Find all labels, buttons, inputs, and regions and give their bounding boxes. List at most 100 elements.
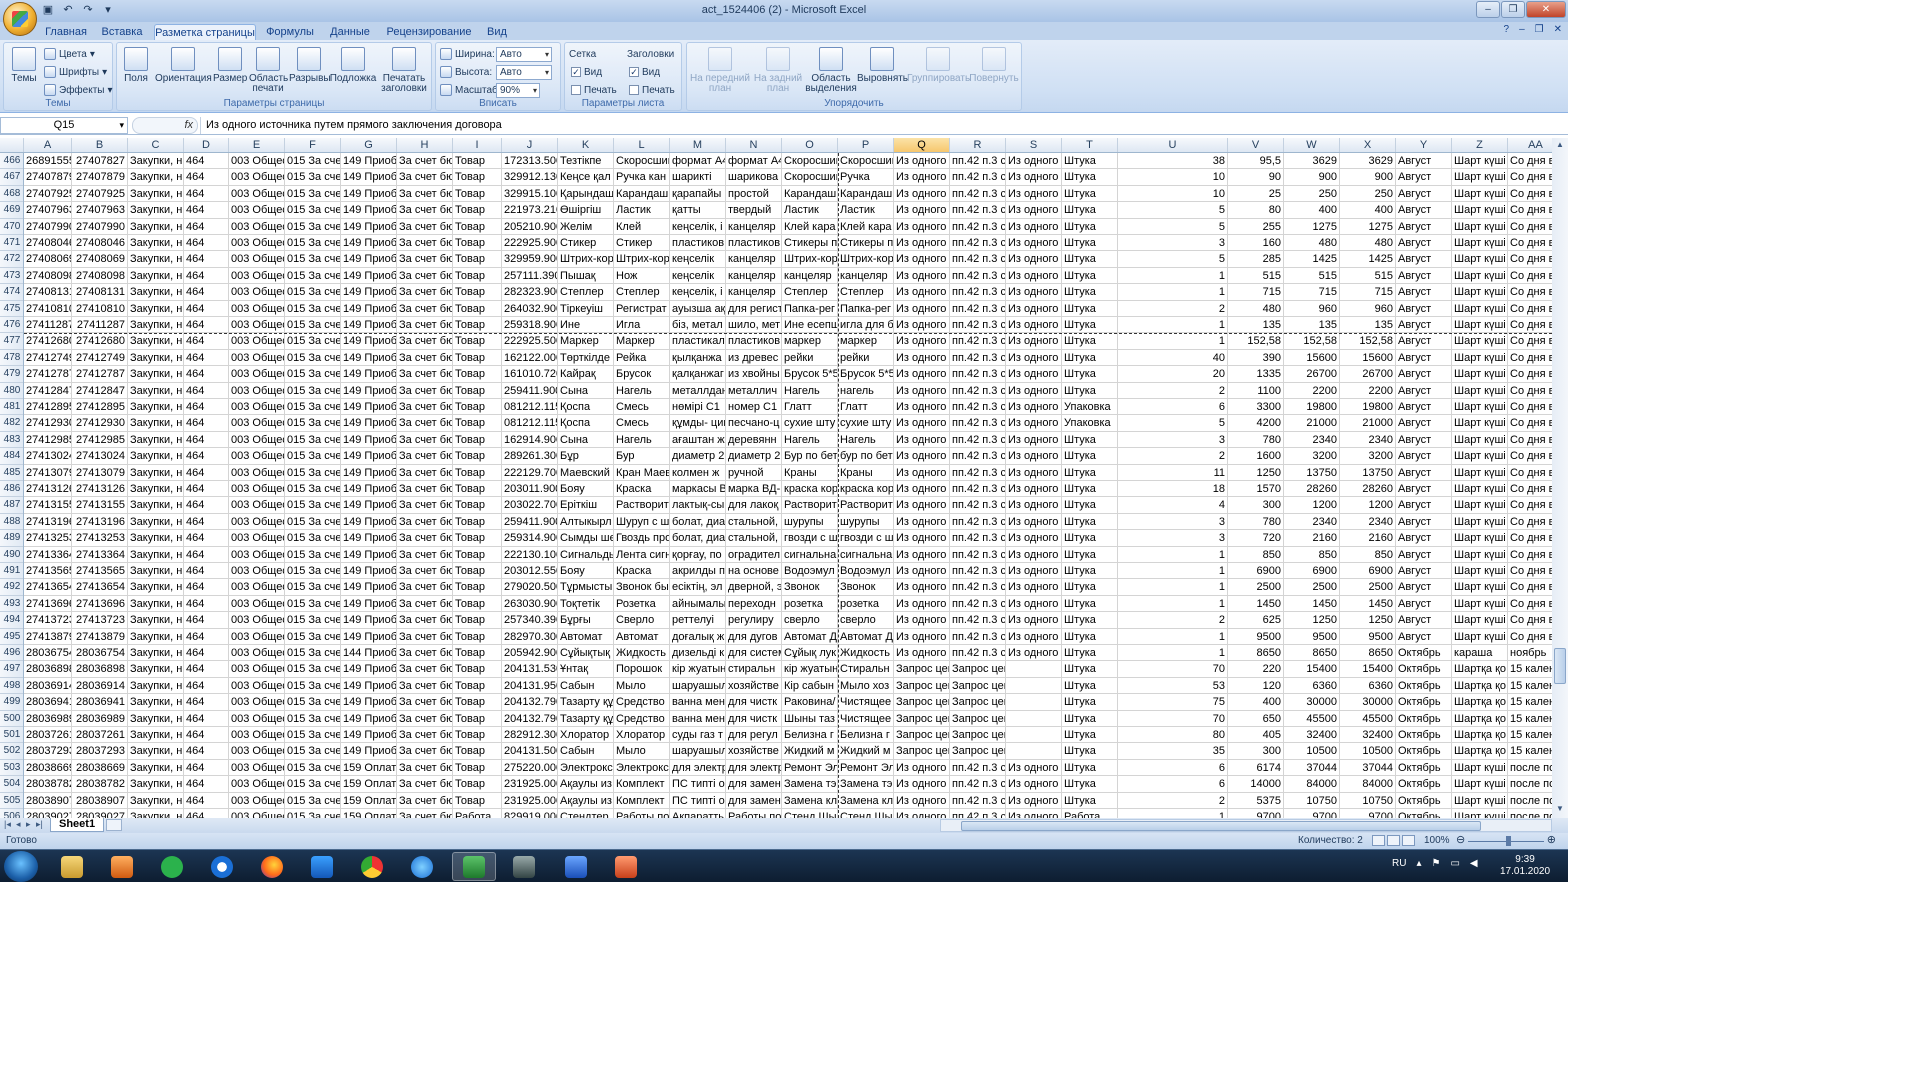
cell-k[interactable]: Сына — [558, 382, 614, 399]
cell-z[interactable]: Шарт күші — [1452, 169, 1508, 186]
cell-e[interactable]: 003 Общес — [229, 448, 285, 465]
cell-u[interactable]: 3 — [1118, 431, 1228, 448]
cell-s[interactable] — [1006, 710, 1062, 727]
cell-z[interactable]: Шарт күші — [1452, 267, 1508, 284]
cell-g[interactable]: 159 Оплат — [341, 776, 397, 793]
cell-f[interactable]: 015 За счет — [285, 317, 341, 333]
cell-c[interactable]: Закупки, н — [128, 366, 184, 383]
cell-o[interactable]: Стенд Шы — [782, 809, 838, 818]
cell-d[interactable]: 464 — [184, 809, 229, 818]
cell-g[interactable]: 149 Приоб — [341, 694, 397, 711]
column-header-x[interactable]: X — [1340, 138, 1396, 152]
cell-u[interactable]: 1 — [1118, 595, 1228, 612]
cell-v[interactable]: 255 — [1228, 218, 1284, 235]
cell-e[interactable]: 003 Общес — [229, 546, 285, 563]
ie-taskbar-button[interactable] — [400, 852, 444, 881]
cell-p[interactable]: Скоросшив — [838, 153, 894, 169]
cell-u[interactable]: 11 — [1118, 464, 1228, 481]
cell-z[interactable]: Шарт күші — [1452, 349, 1508, 366]
cell-s[interactable]: Из одного — [1006, 185, 1062, 202]
cell-t[interactable]: Штука — [1062, 497, 1118, 514]
cell-l[interactable]: Брусок — [614, 366, 670, 383]
cell-a[interactable]: 28036754 — [24, 645, 72, 661]
cell-h[interactable]: За счет бю — [397, 513, 453, 530]
cell-u[interactable]: 10 — [1118, 169, 1228, 186]
cell-c[interactable]: Закупки, н — [128, 776, 184, 793]
cell-u[interactable]: 10 — [1118, 185, 1228, 202]
teamviewer-taskbar-button[interactable] — [200, 852, 244, 881]
cell-v[interactable]: 9700 — [1228, 809, 1284, 818]
cell-h[interactable]: За счет бю — [397, 317, 453, 333]
cell-m[interactable]: кеңселік — [670, 267, 726, 284]
cell-j[interactable]: 259411.900 — [502, 513, 558, 530]
cell-s[interactable]: Из одного — [1006, 333, 1062, 350]
cell-t[interactable]: Штука — [1062, 563, 1118, 579]
cell-t[interactable]: Штука — [1062, 464, 1118, 481]
cell-j[interactable]: 275220.000 — [502, 759, 558, 776]
cell-y[interactable]: Октябрь — [1396, 645, 1452, 661]
cell-r[interactable]: пп.42 п.3 с — [950, 759, 1006, 776]
cell-a[interactable]: 27410810 — [24, 300, 72, 317]
cell-w[interactable]: 250 — [1284, 185, 1340, 202]
cell-n[interactable]: Работы по — [726, 809, 782, 818]
cell-aa[interactable]: 15 календ — [1508, 678, 1552, 694]
cell-f[interactable]: 015 За счет — [285, 218, 341, 235]
cell-o[interactable]: Кір сабын — [782, 677, 838, 694]
column-header-o[interactable]: O — [782, 138, 838, 152]
row-header[interactable]: 496 — [0, 645, 23, 662]
cell-m[interactable]: шарикті — [670, 169, 726, 186]
cell-y[interactable]: Август — [1396, 546, 1452, 563]
cell-o[interactable]: Замена кл — [782, 792, 838, 809]
cell-x[interactable]: 15600 — [1340, 349, 1396, 366]
print-titles-button[interactable]: Печатать заголовки — [379, 47, 429, 94]
cell-k[interactable]: Ине — [558, 317, 614, 333]
cell-j[interactable]: 204132.790 — [502, 694, 558, 711]
scale-spinner[interactable]: 90% — [496, 82, 540, 98]
cell-b[interactable]: 27413879 — [72, 628, 128, 645]
cell-s[interactable]: Из одного — [1006, 530, 1062, 547]
cell-r[interactable]: Запрос цен — [950, 743, 1006, 760]
tab-insert[interactable]: Вставка — [98, 24, 146, 40]
cell-o[interactable]: Клей кара — [782, 218, 838, 235]
cell-aa[interactable]: после под — [1508, 793, 1552, 809]
cell-c[interactable]: Закупки, н — [128, 464, 184, 481]
cell-aa[interactable]: Со дня вст — [1508, 432, 1552, 448]
cell-u[interactable]: 70 — [1118, 710, 1228, 727]
cell-e[interactable]: 003 Общес — [229, 727, 285, 743]
cell-x[interactable]: 8650 — [1340, 645, 1396, 661]
row-header[interactable]: 472 — [0, 251, 23, 268]
cell-r[interactable]: пп.42 п.3 с — [950, 513, 1006, 530]
margins-button[interactable]: Поля — [121, 47, 151, 84]
cell-g[interactable]: 149 Приоб — [341, 628, 397, 645]
start-button[interactable] — [4, 851, 38, 882]
cell-z[interactable]: караша — [1452, 645, 1508, 661]
cell-v[interactable]: 3300 — [1228, 399, 1284, 415]
cell-y[interactable]: Август — [1396, 481, 1452, 497]
column-header-n[interactable]: N — [726, 138, 782, 152]
cell-w[interactable]: 3629 — [1284, 153, 1340, 169]
cell-c[interactable]: Закупки, н — [128, 382, 184, 399]
cell-grid[interactable]: 26891555 27407827 Закупки, н 464 003 Общес 01… — [24, 153, 1552, 818]
cell-b[interactable]: 27412749 — [72, 349, 128, 366]
cell-b[interactable]: 28036989 — [72, 710, 128, 727]
cell-q[interactable]: Из одного — [894, 300, 950, 317]
cell-a[interactable]: 28036898 — [24, 661, 72, 678]
cell-w[interactable]: 9700 — [1284, 809, 1340, 818]
cell-k[interactable]: Маркер — [558, 333, 614, 350]
cell-f[interactable]: 015 За счет — [285, 284, 341, 301]
cell-d[interactable]: 464 — [184, 300, 229, 317]
cell-i[interactable]: Товар — [453, 563, 502, 579]
cell-e[interactable]: 003 Общес — [229, 349, 285, 366]
cell-w[interactable]: 6360 — [1284, 677, 1340, 694]
cell-j[interactable]: 329912.130 — [502, 169, 558, 186]
cell-h[interactable]: За счет бю — [397, 399, 453, 415]
cell-m[interactable]: ПС типті о — [670, 792, 726, 809]
cell-d[interactable]: 464 — [184, 628, 229, 645]
themes-button[interactable]: Темы — [8, 47, 40, 84]
cell-a[interactable]: 27413253 — [24, 530, 72, 547]
cell-z[interactable]: Шарт күші — [1452, 317, 1508, 333]
tab-formulas[interactable]: Формулы — [264, 24, 316, 40]
cell-r[interactable]: пп.42 п.3 с — [950, 628, 1006, 645]
cell-p[interactable]: Краны — [838, 464, 894, 481]
cell-r[interactable]: пп.42 п.3 с — [950, 448, 1006, 465]
